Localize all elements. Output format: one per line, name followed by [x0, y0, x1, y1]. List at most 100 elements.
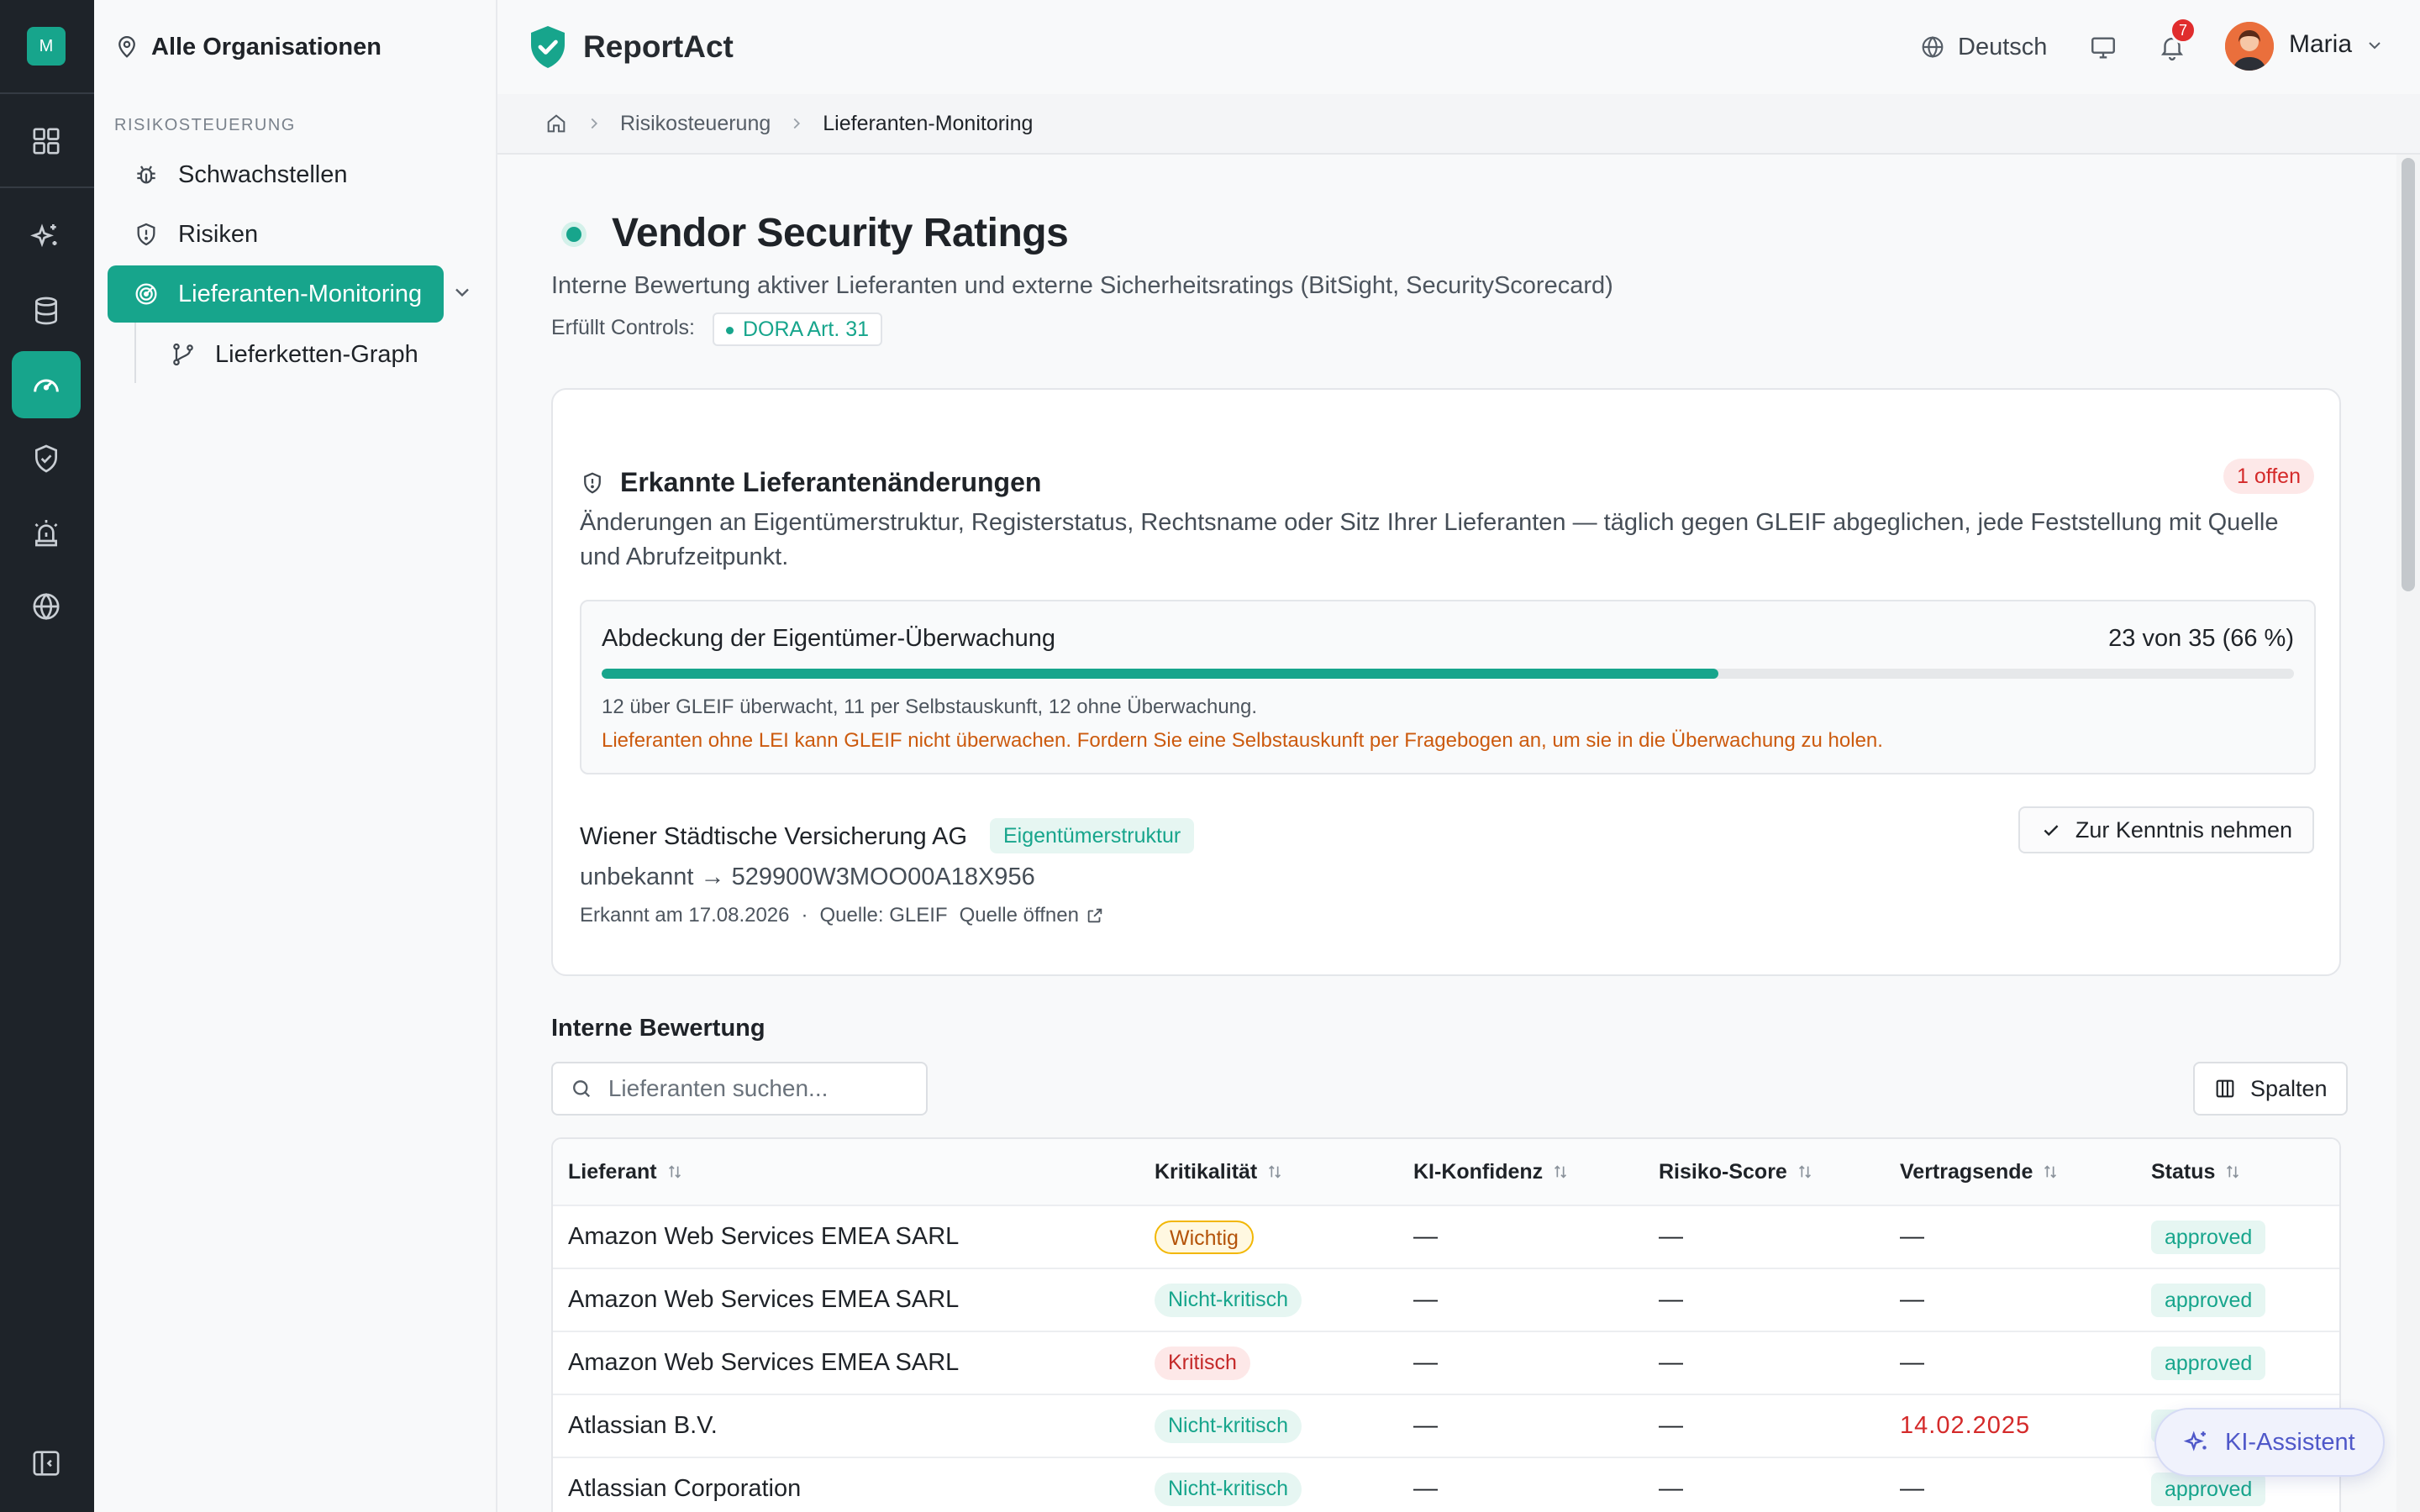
chevron-right-icon [585, 114, 603, 133]
org-label: Alle Organisationen [151, 33, 381, 60]
open-source-label: Quelle öffnen [959, 904, 1079, 927]
contract-end-cell: — [1900, 1286, 1924, 1313]
sort-icon [1798, 1165, 1811, 1179]
confidence-cell: — [1413, 1223, 1438, 1250]
change-diff: unbekannt → 529900W3MOO00A18X956 [580, 864, 1035, 890]
shield-check-icon[interactable] [12, 425, 81, 492]
column-header-status[interactable]: Status [2151, 1139, 2242, 1205]
top-header: ReportAct Deutsch 7 Maria [497, 0, 2420, 94]
ki-assistant-label: KI-Assistent [2225, 1428, 2355, 1456]
sidebar-item-risiken[interactable]: Risiken [108, 206, 444, 263]
notification-badge: 7 [2170, 17, 2196, 44]
vendor-cell[interactable]: Amazon Web Services EMEA SARL [568, 1269, 959, 1331]
section-title: Interne Bewertung [551, 1015, 765, 1042]
ki-assistant-button[interactable]: KI-Assistent [2154, 1408, 2385, 1477]
coverage-progress-bar [602, 669, 2294, 679]
chevron-down-icon[interactable] [2365, 35, 2385, 55]
column-label: Vertragsende [1900, 1159, 2033, 1184]
vendor-cell[interactable]: Atlassian B.V. [568, 1395, 718, 1457]
criticality-cell: Wichtig [1155, 1206, 1254, 1268]
org-avatar[interactable]: M [27, 27, 66, 66]
chevron-down-icon[interactable] [450, 281, 474, 304]
gauge-icon[interactable] [12, 351, 81, 418]
scrollbar-thumb[interactable] [2402, 158, 2415, 591]
globe-icon [1922, 36, 1944, 58]
database-icon[interactable] [12, 277, 81, 344]
vendor-cell[interactable]: Amazon Web Services EMEA SARL [568, 1332, 959, 1394]
page-subtitle: Interne Bewertung aktiver Lieferanten un… [551, 272, 1613, 299]
siren-icon[interactable] [12, 499, 81, 566]
status-badge: approved [2151, 1220, 2266, 1254]
change-vendor-name: Wiener Städtische Versicherung AG [580, 823, 968, 850]
criticality-badge: Nicht-kritisch [1155, 1472, 1302, 1506]
column-header-kritikalitaet[interactable]: Kritikalität [1155, 1139, 1284, 1205]
page-title: Vendor Security Ratings [612, 211, 1069, 255]
sidebar-item-schwachstellen[interactable]: Schwachstellen [108, 146, 444, 203]
user-name[interactable]: Maria [2289, 30, 2352, 59]
git-branch-icon [173, 343, 193, 366]
sparkles-icon [2183, 1431, 2207, 1452]
sidebar-item-label: Risiken [178, 220, 259, 248]
vendor-cell[interactable]: Amazon Web Services EMEA SARL [568, 1206, 959, 1268]
table-row[interactable]: Atlassian Corporation Nicht-kritisch — — — ap… [553, 1458, 2339, 1512]
external-link-icon [1087, 908, 1102, 923]
sort-icon [2044, 1165, 2057, 1179]
home-icon[interactable] [544, 112, 568, 135]
table-row[interactable]: Atlassian B.V. Nicht-kritisch — — 14.02.2025… [553, 1395, 2339, 1458]
check-icon [2044, 825, 2059, 837]
column-header-vertragsende[interactable]: Vertragsende [1900, 1139, 2060, 1205]
language-selector[interactable]: Deutsch [1919, 30, 2047, 64]
confidence-cell: — [1413, 1475, 1438, 1502]
criticality-badge: Wichtig [1155, 1220, 1254, 1254]
collapse-sidebar-icon[interactable] [12, 1430, 81, 1497]
vendor-search [551, 1062, 928, 1116]
sidebar-item-lieferanten-monitoring[interactable]: Lieferanten-Monitoring [108, 265, 444, 323]
sparkles-icon[interactable] [12, 203, 81, 270]
acknowledge-button[interactable]: Zur Kenntnis nehmen [2018, 806, 2314, 853]
column-label: Status [2151, 1159, 2216, 1184]
columns-button[interactable]: Spalten [2193, 1062, 2348, 1116]
language-label: Deutsch [1958, 33, 2048, 60]
open-source-link[interactable]: Quelle öffnen [960, 904, 1104, 927]
section-label: RISIKOSTEUERUNG [114, 116, 296, 134]
control-badge[interactable]: DORA Art. 31 [713, 312, 883, 346]
criticality-cell: Nicht-kritisch [1155, 1395, 1302, 1457]
dashboard-icon[interactable] [12, 108, 81, 175]
card-description: Änderungen an Eigentümerstruktur, Regist… [580, 509, 2279, 570]
contract-end-cell: — [1900, 1349, 1924, 1376]
columns-label: Spalten [2250, 1075, 2328, 1101]
coverage-value: 23 von 35 (66 %) [2108, 625, 2294, 652]
contract-end-cell: — [1900, 1475, 1924, 1502]
vendor-cell[interactable]: Atlassian Corporation [568, 1458, 801, 1512]
sidebar-item-lieferketten-graph[interactable]: Lieferketten-Graph [150, 326, 469, 383]
confidence-cell: — [1413, 1286, 1438, 1313]
table-row[interactable]: Amazon Web Services EMEA SARL Wichtig — — — a… [553, 1206, 2339, 1269]
controls-label: Erfüllt Controls: [551, 316, 695, 339]
table-header: Lieferant Kritikalität KI-Konfidenz Risi… [553, 1139, 2339, 1206]
change-meta: Erkannt am 17.08.2026 · Quelle: GLEIF Qu… [580, 904, 1104, 927]
source-label: Quelle: GLEIF [819, 904, 948, 927]
criticality-badge: Nicht-kritisch [1155, 1283, 1302, 1317]
column-header-risiko-score[interactable]: Risiko-Score [1659, 1139, 1814, 1205]
org-selector[interactable]: Alle Organisationen [114, 30, 381, 64]
sort-icon [668, 1165, 681, 1179]
search-input[interactable] [608, 1075, 926, 1102]
avatar[interactable] [2225, 22, 2274, 71]
monitor-icon[interactable] [2089, 34, 2118, 62]
column-header-lieferant[interactable]: Lieferant [568, 1139, 684, 1205]
breadcrumb-item[interactable]: Risikosteuerung [620, 112, 771, 136]
card-title: Erkannte Lieferantenänderungen [620, 467, 1042, 497]
scrollbar[interactable] [2396, 155, 2420, 1512]
status-cell: approved [2151, 1332, 2266, 1394]
card-header: Erkannte Lieferantenänderungen [580, 467, 1041, 498]
status-badge: approved [2151, 1346, 2266, 1380]
table-row[interactable]: Amazon Web Services EMEA SARL Nicht-kriti… [553, 1269, 2339, 1332]
status-badge: 1 offen [2223, 459, 2314, 494]
table-row[interactable]: Amazon Web Services EMEA SARL Kritisch — — —… [553, 1332, 2339, 1395]
globe-icon[interactable] [12, 573, 81, 640]
criticality-cell: Nicht-kritisch [1155, 1458, 1302, 1512]
criticality-cell: Nicht-kritisch [1155, 1269, 1302, 1331]
column-header-ki-konfidenz[interactable]: KI-Konfidenz [1413, 1139, 1570, 1205]
breadcrumb-current: Lieferanten-Monitoring [823, 111, 1034, 135]
search-icon [573, 1080, 591, 1098]
